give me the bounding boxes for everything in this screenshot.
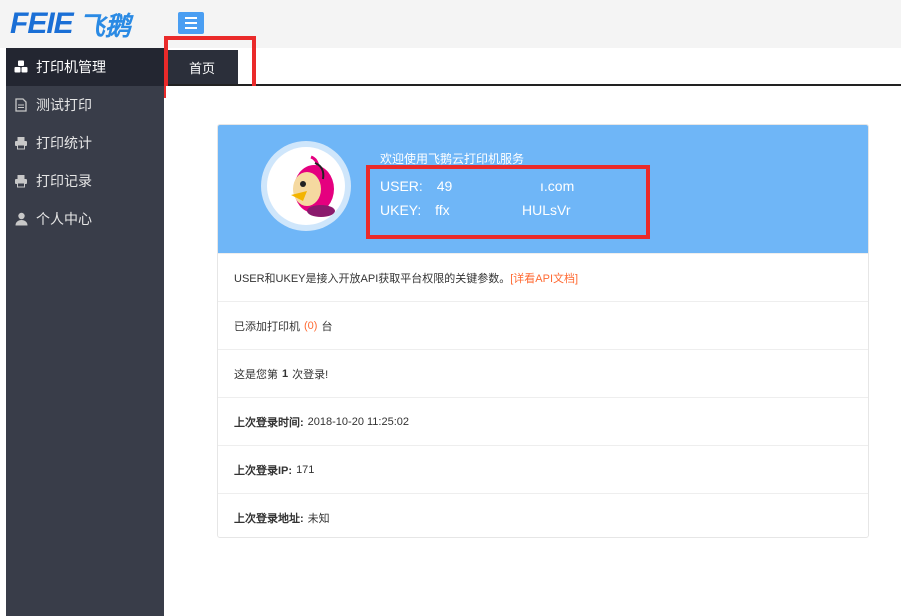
welcome-text: 欢迎使用飞鹅云打印机服务 [380, 152, 525, 166]
sidebar-item-printer-management[interactable]: 打印机管理 [6, 48, 164, 86]
login-count-prefix: 这是您第 [234, 368, 278, 381]
cubes-icon [14, 60, 28, 74]
sidebar-item-label: 打印记录 [36, 173, 92, 189]
user-label: USER: [380, 178, 423, 194]
document-icon [14, 98, 28, 112]
last-login-ip-value: 171 [296, 463, 315, 476]
last-login-time-row: 上次登录时间: 2018-10-20 11:25:02 [218, 397, 868, 445]
sidebar-item-label: 个人中心 [36, 211, 92, 227]
info-card: 欢迎使用飞鹅云打印机服务 USER: 49 ı.com UKEY: ffx HU… [217, 124, 869, 538]
api-info-row: USER和UKEY是接入开放API获取平台权限的关键参数。 [详看API文档] [218, 253, 868, 301]
printer-count-suffix: 台 [321, 320, 333, 333]
login-count-row: 这是您第 1 次登录! [218, 349, 868, 397]
last-login-address-value: 未知 [307, 512, 330, 525]
user-icon [14, 212, 28, 226]
printer-icon [14, 136, 28, 150]
menu-toggle-button[interactable] [178, 12, 204, 34]
user-credential: USER: 49 ı.com [380, 178, 574, 194]
user-value: 49 [436, 178, 453, 194]
tab-home[interactable]: 首页 [166, 50, 238, 84]
card-header: 欢迎使用飞鹅云打印机服务 USER: 49 ı.com UKEY: ffx HU… [218, 125, 868, 253]
ukey-credential: UKEY: ffx HULsVr [380, 202, 571, 218]
last-login-ip-label: 上次登录IP: [234, 464, 293, 477]
api-info-text: USER和UKEY是接入开放API获取平台权限的关键参数。 [234, 272, 511, 285]
logo-name: 飞鹅 [78, 10, 131, 41]
goose-mascot-icon [267, 147, 345, 225]
last-login-address-row: 上次登录地址: 未知 [218, 493, 868, 537]
login-count-suffix: 次登录! [292, 368, 329, 381]
avatar [261, 141, 351, 231]
sidebar-item-test-print[interactable]: 测试打印 [6, 86, 164, 124]
logo-brand: FEIE [10, 7, 74, 40]
last-login-address-label: 上次登录地址: [234, 512, 304, 525]
last-login-ip-row: 上次登录IP: 171 [218, 445, 868, 493]
ukey-value-suffix: HULsVr [522, 202, 571, 218]
sidebar-item-label: 测试打印 [36, 97, 92, 113]
printer-count-row: 已添加打印机 (0) 台 [218, 301, 868, 349]
hamburger-icon [185, 17, 197, 19]
sidebar-item-print-stats[interactable]: 打印统计 [6, 124, 164, 162]
ukey-label: UKEY: [380, 202, 422, 218]
top-bar: FEIE 飞鹅 [0, 0, 901, 48]
ukey-value: ffx [435, 202, 450, 218]
user-value-domain: ı.com [540, 178, 575, 194]
api-docs-link[interactable]: [详看API文档] [510, 270, 578, 286]
printer-icon [14, 174, 28, 188]
printer-count-prefix: 已添加打印机 [234, 320, 300, 333]
sidebar-item-label: 打印统计 [36, 135, 92, 151]
logo[interactable]: FEIE 飞鹅 [10, 6, 131, 42]
last-login-time-label: 上次登录时间: [234, 416, 304, 429]
login-count: 1 [282, 367, 289, 380]
last-login-time-value: 2018-10-20 11:25:02 [307, 415, 409, 428]
sidebar: 打印机管理 测试打印 打印统计 打印记录 个人中心 [6, 48, 164, 616]
printer-count[interactable]: (0) [304, 320, 317, 332]
sidebar-item-label: 打印机管理 [36, 59, 106, 75]
main-content: 欢迎使用飞鹅云打印机服务 USER: 49 ı.com UKEY: ffx HU… [166, 86, 901, 616]
sidebar-item-print-records[interactable]: 打印记录 [6, 162, 164, 200]
sidebar-item-profile[interactable]: 个人中心 [6, 200, 164, 238]
tab-bar: 首页 [166, 48, 901, 86]
